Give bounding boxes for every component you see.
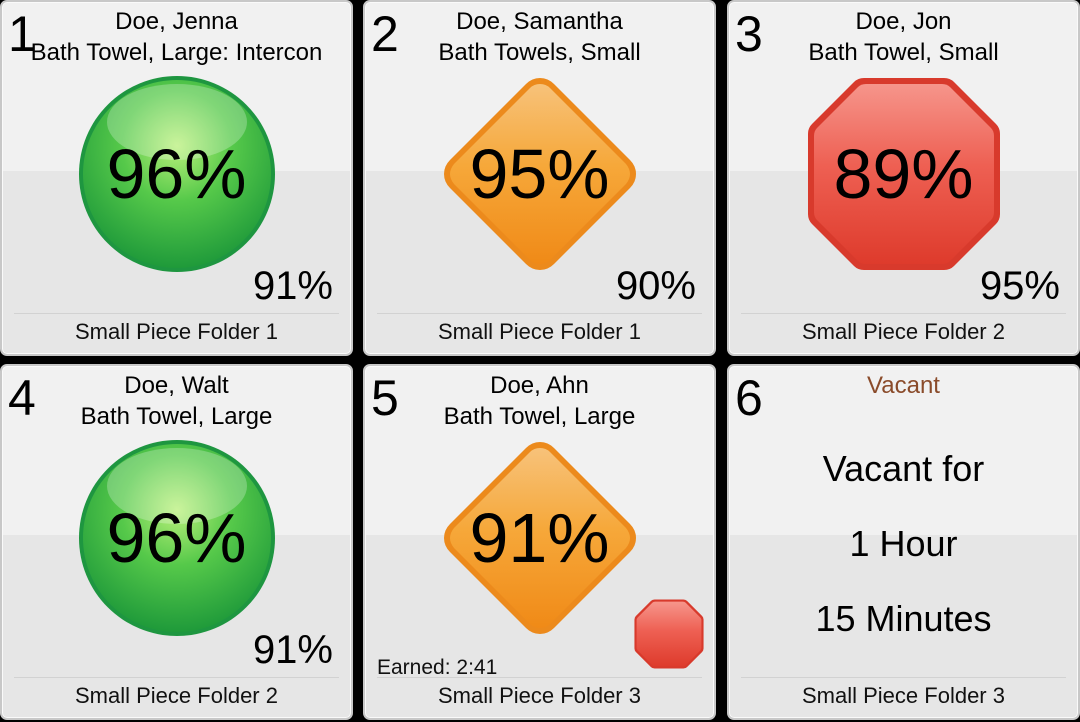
operator-name: Doe, Samantha [456,8,623,35]
secondary-percent: 91% [252,264,333,308]
machine-label: Small Piece Folder 3 [741,677,1066,718]
station-tile-4[interactable]: 4 Doe, Walt Bath Towel, Large 96% 91% Sm… [0,364,353,720]
machine-label: Small Piece Folder 2 [741,313,1066,354]
item-name: Bath Towel, Large [443,403,636,430]
secondary-percent: 95% [979,264,1060,308]
efficiency-percent: 96% [106,499,247,577]
station-tile-1[interactable]: 1 Doe, Jenna Bath Towel, Large: Intercon… [0,0,353,356]
item-name: Bath Towels, Small [438,39,641,66]
station-tile-6[interactable]: 6 Vacant Vacant for 1 Hour 15 Minutes Sm… [727,364,1080,720]
vacant-minutes: 15 Minutes [815,598,992,639]
efficiency-percent: 91% [469,499,610,577]
vacant-hours: 1 Hour [849,523,958,564]
operator-name: Doe, Jenna [115,8,238,35]
efficiency-percent: 95% [469,135,610,213]
operator-name: Doe, Walt [124,372,229,399]
station-tile-2[interactable]: 2 Doe, Samantha Bath Towels, Small 95% 9… [363,0,716,356]
stop-octagon-icon [634,599,704,669]
operator-header: Doe, Jenna Bath Towel, Large: Intercon [2,6,351,68]
machine-label: Small Piece Folder 1 [377,313,702,354]
item-name: Bath Towel, Large [80,403,273,430]
operator-header: Vacant [729,370,1078,401]
operator-header: Doe, Ahn Bath Towel, Large [365,370,714,432]
secondary-percent: 90% [615,264,696,308]
item-name: Bath Towel, Small [808,39,999,66]
operator-header: Doe, Jon Bath Towel, Small [729,6,1078,68]
operator-header: Doe, Samantha Bath Towels, Small [365,6,714,68]
machine-label: Small Piece Folder 2 [14,677,339,718]
machine-label: Small Piece Folder 1 [14,313,339,354]
efficiency-percent: 96% [106,135,247,213]
vacant-for-label: Vacant for [822,448,985,489]
station-tile-5[interactable]: 5 Doe, Ahn Bath Towel, Large 91% Earned:… [363,364,716,720]
machine-label: Small Piece Folder 3 [377,677,702,718]
operator-header: Doe, Walt Bath Towel, Large [2,370,351,432]
operator-name: Doe, Jon [855,8,952,35]
station-tile-3[interactable]: 3 Doe, Jon Bath Towel, Small 89% 95% Sma… [727,0,1080,356]
vacant-status: Vacant [867,372,940,399]
efficiency-percent: 89% [833,135,974,213]
item-name: Bath Towel, Large: Intercon [30,39,323,66]
secondary-percent: 91% [252,628,333,672]
operator-name: Doe, Ahn [490,372,589,399]
